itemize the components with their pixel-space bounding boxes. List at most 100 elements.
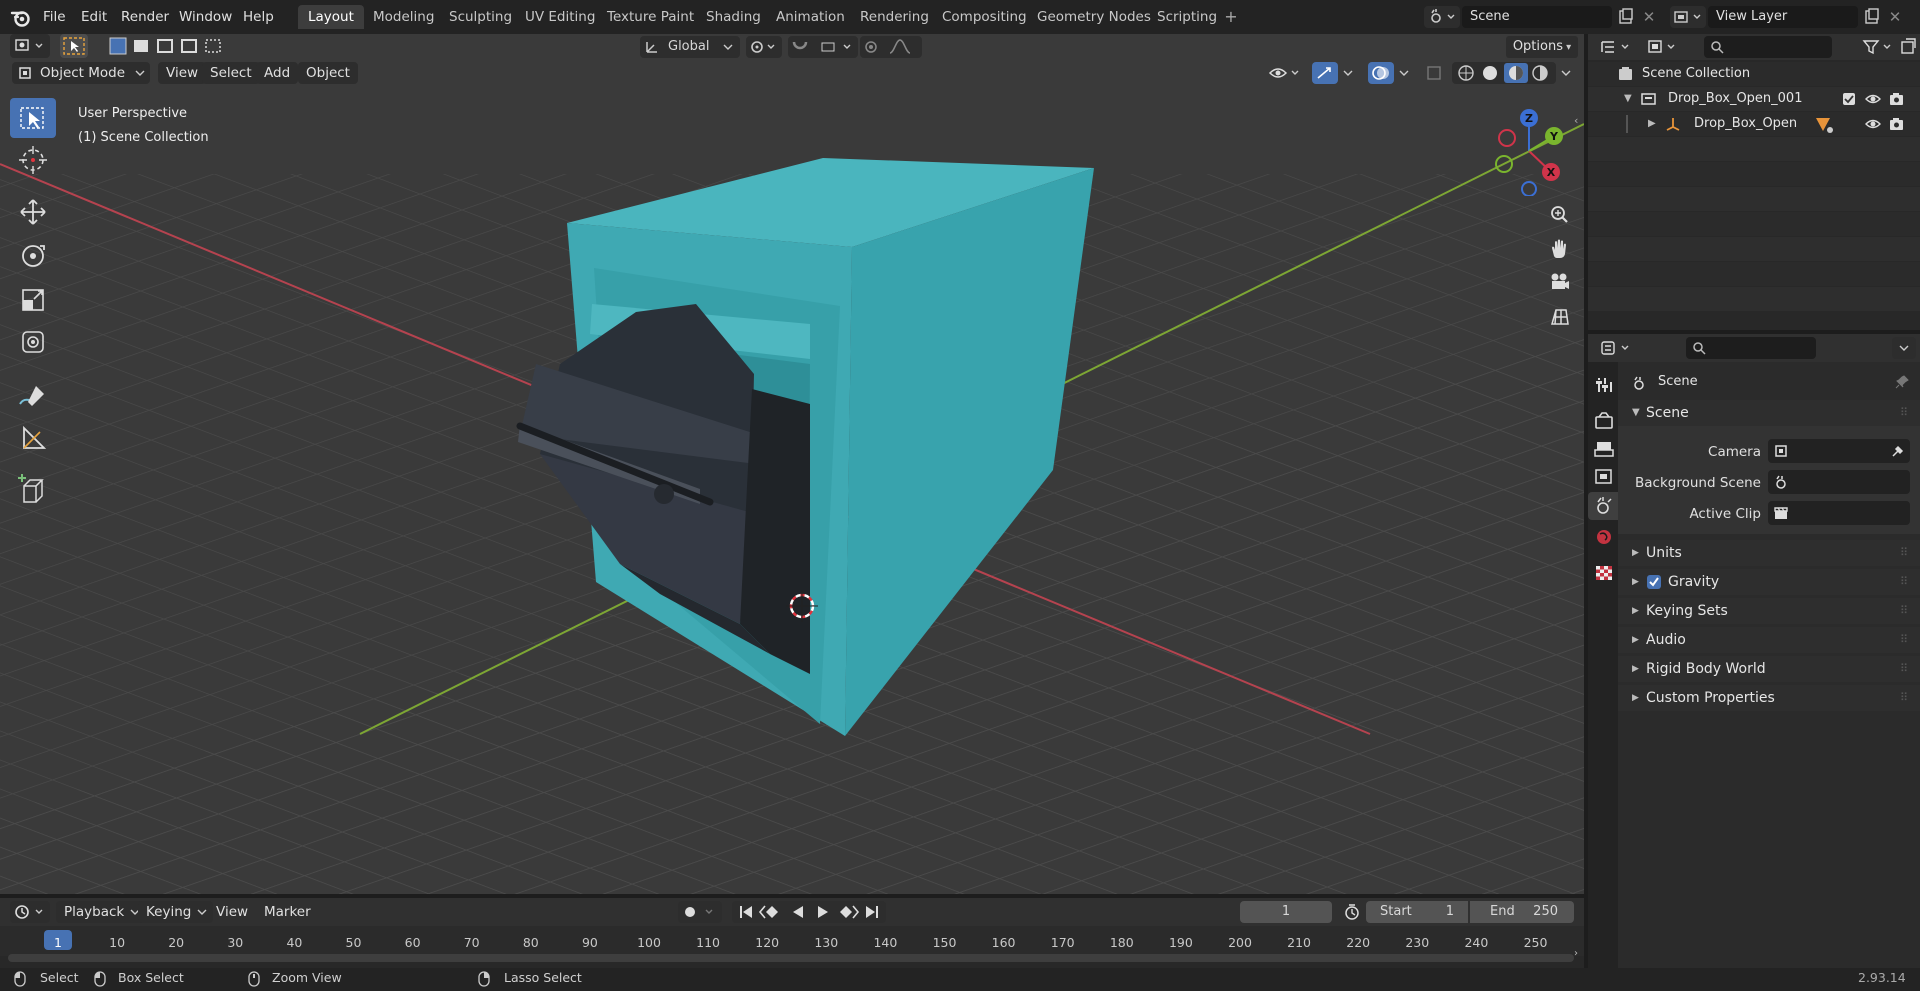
- view-layer-name-field[interactable]: View Layer: [1708, 6, 1858, 28]
- drag-handle-icon[interactable]: ⠿: [1900, 656, 1908, 682]
- pin-icon[interactable]: [1894, 374, 1910, 390]
- drag-handle-icon[interactable]: ⠿: [1900, 627, 1908, 653]
- navigation-gizmo[interactable]: Z Y X: [1484, 106, 1574, 196]
- display-mode-dropdown[interactable]: [1644, 36, 1682, 58]
- tool-select-box[interactable]: [10, 98, 56, 138]
- use-preview-range-icon[interactable]: [1340, 901, 1364, 923]
- tab-output-icon[interactable]: [1591, 436, 1617, 462]
- current-frame-field[interactable]: 1: [1240, 901, 1332, 923]
- tool-cursor[interactable]: [10, 140, 56, 180]
- tool-measure[interactable]: [10, 418, 56, 458]
- 3d-viewport[interactable]: Global Options ▾ Object Mode View Select…: [0, 34, 1584, 894]
- add-menu[interactable]: Add: [256, 62, 299, 84]
- outliner-search-input[interactable]: [1704, 36, 1832, 58]
- transform-orientation-dropdown[interactable]: Global: [640, 36, 740, 58]
- timeline-view-menu[interactable]: View: [208, 901, 256, 923]
- tool-transform[interactable]: [10, 322, 56, 362]
- shading-mode-buttons[interactable]: [1452, 62, 1556, 84]
- gravity-checkbox[interactable]: [1646, 574, 1662, 590]
- zoom-icon[interactable]: [1544, 200, 1574, 230]
- tab-render-icon[interactable]: [1591, 408, 1617, 434]
- mode-dropdown[interactable]: Object Mode: [12, 62, 150, 84]
- tab-uv-editing[interactable]: UV Editing: [515, 5, 605, 29]
- select-menu[interactable]: Select: [202, 62, 260, 84]
- tab-world-icon[interactable]: [1591, 524, 1617, 550]
- options-dropdown[interactable]: Options ▾: [1506, 36, 1578, 58]
- tool-add-cube[interactable]: [10, 470, 56, 510]
- tab-tool-icon[interactable]: [1591, 372, 1617, 398]
- auto-keying-toggle[interactable]: [678, 901, 722, 923]
- outliner-row-scene-collection[interactable]: Scene Collection: [1588, 62, 1920, 86]
- tab-shading[interactable]: Shading: [696, 5, 771, 29]
- tab-texture-icon[interactable]: [1591, 560, 1617, 586]
- drag-handle-icon[interactable]: ⠿: [1900, 685, 1908, 711]
- background-scene-field[interactable]: [1768, 470, 1910, 494]
- audio-panel-header[interactable]: ▶ Audio ⠿: [1618, 627, 1920, 653]
- camera-field[interactable]: [1768, 439, 1910, 463]
- exclude-checkbox[interactable]: [1842, 92, 1856, 106]
- outliner-row-collection[interactable]: ▼ Drop_Box_Open_001: [1588, 87, 1920, 111]
- properties-editor-type-button[interactable]: [1598, 337, 1636, 359]
- drag-handle-icon[interactable]: ⠿: [1900, 540, 1908, 566]
- view-layer-browse-button[interactable]: [1670, 6, 1706, 28]
- menu-window[interactable]: Window: [172, 6, 239, 28]
- visibility-dropdown[interactable]: [1266, 62, 1306, 84]
- properties-options-dropdown[interactable]: [1892, 337, 1916, 359]
- overlay-dropdown[interactable]: [1396, 62, 1414, 84]
- editor-type-button[interactable]: [10, 34, 50, 58]
- rigid-body-world-panel-header[interactable]: ▶ Rigid Body World ⠿: [1618, 656, 1920, 682]
- camera-view-icon[interactable]: [1544, 268, 1574, 298]
- tab-layout[interactable]: Layout: [298, 5, 364, 29]
- keying-sets-panel-header[interactable]: ▶ Keying Sets ⠿: [1618, 598, 1920, 624]
- tab-animation[interactable]: Animation: [766, 5, 855, 29]
- eyedropper-icon[interactable]: [1890, 444, 1904, 458]
- menu-file[interactable]: File: [36, 6, 73, 28]
- add-workspace-icon[interactable]: +: [1222, 8, 1240, 26]
- units-panel-header[interactable]: ▶ Units ⠿: [1618, 540, 1920, 566]
- tool-scale[interactable]: [10, 280, 56, 320]
- playback-controls[interactable]: [732, 901, 886, 923]
- shading-dropdown[interactable]: [1558, 62, 1576, 84]
- drag-handle-icon[interactable]: ⠿: [1900, 400, 1908, 426]
- select-tweak-icon[interactable]: [60, 34, 88, 58]
- timeline-editor-type-button[interactable]: [10, 901, 50, 923]
- menu-edit[interactable]: Edit: [74, 6, 114, 28]
- proportional-editing-toggle[interactable]: [860, 36, 922, 58]
- playback-menu[interactable]: Playback: [56, 901, 147, 923]
- drag-handle-icon[interactable]: ⠿: [1900, 598, 1908, 624]
- properties-search-input[interactable]: [1686, 337, 1816, 359]
- remove-scene-icon[interactable]: ✕: [1640, 6, 1658, 28]
- tab-rendering[interactable]: Rendering: [850, 5, 939, 29]
- gizmo-dropdown[interactable]: [1340, 62, 1358, 84]
- tab-compositing[interactable]: Compositing: [932, 5, 1037, 29]
- expand-arrow-icon[interactable]: ▶: [1648, 112, 1656, 136]
- tab-scene-icon[interactable]: [1588, 492, 1618, 520]
- marker-menu[interactable]: Marker: [256, 901, 319, 923]
- tool-rotate[interactable]: [10, 236, 56, 276]
- xray-toggle-icon[interactable]: [1424, 62, 1444, 84]
- timeline-scrollbar[interactable]: [8, 954, 1574, 962]
- pan-hand-icon[interactable]: [1544, 234, 1574, 264]
- scene-name-field[interactable]: Scene: [1462, 6, 1612, 28]
- tab-modeling[interactable]: Modeling: [363, 5, 444, 29]
- scroll-right-arrow-icon[interactable]: ›: [1574, 948, 1578, 959]
- outliner-row-object[interactable]: ▶ Drop_Box_Open: [1588, 112, 1920, 136]
- menu-render[interactable]: Render: [114, 6, 176, 28]
- grid-view-icon[interactable]: [1544, 302, 1574, 332]
- tab-scripting[interactable]: Scripting: [1147, 5, 1227, 29]
- tab-texture-paint[interactable]: Texture Paint: [597, 5, 704, 29]
- new-view-layer-icon[interactable]: [1862, 6, 1882, 28]
- gizmo-toggle-icon[interactable]: [1312, 62, 1338, 84]
- pivot-point-dropdown[interactable]: [746, 36, 782, 58]
- keying-menu[interactable]: Keying: [138, 901, 214, 923]
- snap-toggle[interactable]: [788, 36, 858, 58]
- scene-section-header[interactable]: ▼ Scene ⠿: [1618, 400, 1920, 426]
- new-scene-icon[interactable]: [1616, 6, 1636, 28]
- menu-help[interactable]: Help: [236, 6, 281, 28]
- sidebar-toggle-icon[interactable]: ‹: [1574, 114, 1578, 127]
- tab-view-layer-icon[interactable]: [1591, 464, 1617, 490]
- eye-icon[interactable]: [1864, 91, 1882, 107]
- tab-sculpting[interactable]: Sculpting: [439, 5, 522, 29]
- start-frame-field[interactable]: Start 1: [1366, 901, 1468, 923]
- blender-logo-icon[interactable]: [10, 7, 32, 27]
